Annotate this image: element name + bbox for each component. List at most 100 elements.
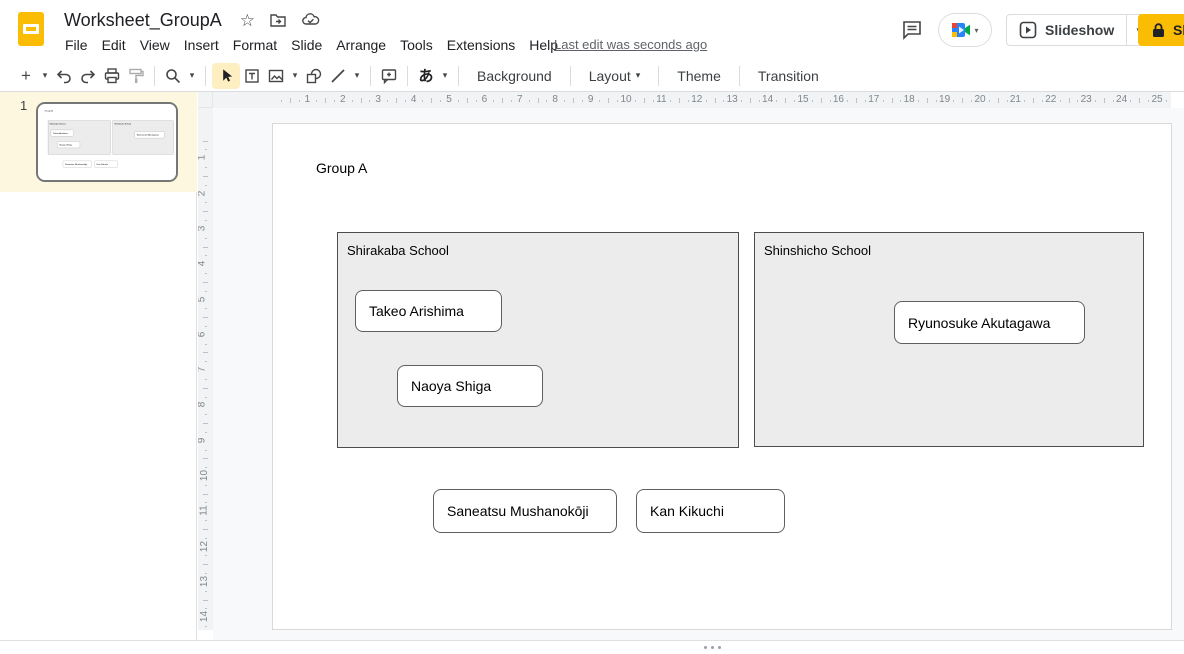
- ruler-number: 16: [833, 94, 844, 105]
- member-box[interactable]: Naoya Shiga: [57, 141, 80, 148]
- slide-title-text[interactable]: Group A: [45, 110, 53, 112]
- undo-button[interactable]: [52, 63, 76, 89]
- redo-button[interactable]: [76, 63, 100, 89]
- cursor-icon: [218, 67, 235, 84]
- ruler-number: 2: [340, 94, 346, 105]
- group-box[interactable]: Shirakaba School: [337, 232, 739, 448]
- toolbar-separator: [570, 66, 571, 86]
- toolbar-separator: [658, 66, 659, 86]
- insert-line-caret-icon[interactable]: ▾: [350, 63, 364, 89]
- ruler-number: 20: [974, 94, 985, 105]
- paint-format-button[interactable]: [124, 63, 148, 89]
- member-box[interactable]: Kan Kikuchi: [636, 489, 785, 533]
- background-button[interactable]: Background: [465, 64, 564, 88]
- share-label: Share: [1173, 22, 1184, 38]
- bottom-bar: [0, 640, 1184, 654]
- meet-caret-icon: ▾: [974, 26, 978, 35]
- meet-icon: [951, 22, 971, 38]
- member-box[interactable]: Kan Kikuchi: [94, 161, 117, 168]
- ruler-number: 9: [588, 94, 594, 105]
- ruler-number: 4: [411, 94, 417, 105]
- slide-title-text[interactable]: Group A: [316, 160, 367, 176]
- group-label: Shinshicho School: [764, 243, 871, 258]
- ruler-corner: [198, 92, 213, 108]
- comment-icon: [901, 19, 923, 41]
- toolbar-separator: [154, 66, 155, 86]
- ruler-number: 13: [199, 576, 210, 587]
- print-button[interactable]: [100, 63, 124, 89]
- member-box[interactable]: Takeo Arishima: [51, 130, 74, 137]
- play-icon: [1019, 21, 1037, 39]
- ruler-number: 1: [198, 155, 207, 161]
- ruler-number: 23: [1081, 94, 1092, 105]
- member-box[interactable]: Ryunosuke Akutagawa: [894, 301, 1085, 344]
- open-comments-button[interactable]: [898, 16, 926, 44]
- layout-caret-icon: ▾: [636, 70, 641, 81]
- slide-page[interactable]: Group A Shirakaba SchoolTakeo Arishima Nao…: [272, 123, 1172, 630]
- ruler-number: 10: [620, 94, 631, 105]
- insert-comment-button[interactable]: [377, 63, 401, 89]
- new-slide-button[interactable]: +: [14, 63, 38, 89]
- input-tools-caret-icon[interactable]: ▾: [438, 63, 452, 89]
- ruler-number: 18: [904, 94, 915, 105]
- header: Worksheet_GroupA ☆ FileEditViewInsertFor…: [0, 0, 1184, 60]
- member-box[interactable]: Ryunosuke Akutagawa: [135, 132, 165, 139]
- toolbar-separator: [739, 66, 740, 86]
- slide-thumbnail[interactable]: Group A Shirakaba School Takeo Arishima Nao…: [36, 102, 178, 182]
- ruler-number: 3: [375, 94, 381, 105]
- meet-button[interactable]: ▾: [938, 13, 992, 47]
- zoom-caret-icon[interactable]: ▾: [185, 63, 199, 89]
- ruler-number: 25: [1151, 94, 1162, 105]
- ruler-number: 11: [199, 506, 210, 516]
- ruler-number: 15: [797, 94, 808, 105]
- vertical-ruler: 1234567891011121314: [198, 108, 213, 630]
- member-box[interactable]: Takeo Arishima: [355, 290, 502, 332]
- ruler-number: 7: [517, 94, 523, 105]
- ruler-number: 5: [446, 94, 452, 105]
- lock-icon: [1152, 23, 1165, 38]
- ruler-number: 8: [198, 402, 207, 408]
- horizontal-ruler: 1234567891011121314151617181920212223242…: [213, 92, 1171, 108]
- ruler-number: 5: [198, 296, 207, 302]
- slide-number: 1: [20, 98, 27, 113]
- text-box-button[interactable]: [240, 63, 264, 89]
- zoom-button[interactable]: [161, 63, 185, 89]
- editing-canvas[interactable]: Group A Shirakaba SchoolTakeo Arishima Nao…: [213, 108, 1184, 640]
- filmstrip: 1 Group A Shirakaba School Takeo Arishima N…: [0, 92, 197, 640]
- slideshow-button[interactable]: Slideshow ▾: [1006, 14, 1151, 46]
- group-label: Shirakaba School: [50, 123, 66, 125]
- member-box[interactable]: Saneatsu Mushanokōji: [433, 489, 617, 533]
- input-tools-button[interactable]: あ: [414, 63, 438, 89]
- ruler-number: 1: [305, 94, 311, 105]
- ruler-number: 24: [1116, 94, 1127, 105]
- member-box[interactable]: Naoya Shiga: [397, 365, 543, 407]
- ruler-number: 17: [868, 94, 879, 105]
- insert-image-caret-icon[interactable]: ▾: [288, 63, 302, 89]
- theme-button[interactable]: Theme: [665, 64, 733, 88]
- group-box[interactable]: Shirakaba School: [48, 121, 111, 155]
- layout-button[interactable]: Layout▾: [577, 64, 653, 88]
- ruler-number: 12: [691, 94, 702, 105]
- ruler-number: 8: [552, 94, 558, 105]
- select-tool-button[interactable]: [212, 63, 240, 89]
- slide-thumbnail-row[interactable]: 1 Group A Shirakaba School Takeo Arishima N…: [0, 92, 197, 192]
- insert-line-button[interactable]: [326, 63, 350, 89]
- ruler-number: 19: [939, 94, 950, 105]
- insert-image-button[interactable]: [264, 63, 288, 89]
- new-slide-caret-icon[interactable]: ▾: [38, 63, 52, 89]
- ruler-number: 7: [198, 367, 207, 373]
- toolbar: + ▾ ▾ ▾ ▾ あ ▾ Background Layout▾ Theme: [0, 60, 1184, 92]
- ruler-number: 13: [727, 94, 738, 105]
- insert-shape-button[interactable]: [302, 63, 326, 89]
- member-box[interactable]: Saneatsu Mushanokōji: [63, 161, 92, 168]
- ruler-number: 4: [198, 261, 207, 267]
- share-button[interactable]: Share: [1138, 14, 1184, 46]
- notes-resize-handle-icon[interactable]: [704, 646, 721, 649]
- group-label: Shinshicho School: [114, 123, 131, 125]
- ruler-number: 9: [198, 437, 207, 443]
- toolbar-separator: [370, 66, 371, 86]
- toolbar-separator: [458, 66, 459, 86]
- ruler-number: 6: [198, 332, 207, 338]
- ruler-number: 12: [199, 541, 210, 552]
- transition-button[interactable]: Transition: [746, 64, 831, 88]
